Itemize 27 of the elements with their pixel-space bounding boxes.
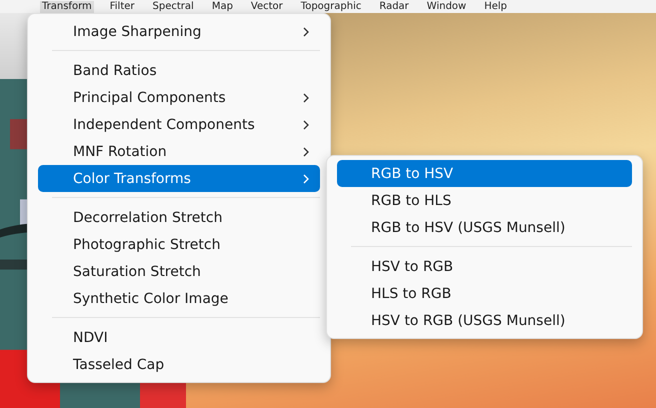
- menu-bar-item[interactable]: Window: [424, 0, 468, 12]
- menu-bar-item[interactable]: Transform: [40, 0, 94, 12]
- menu-item[interactable]: Independent Components: [38, 111, 320, 138]
- menu-bar-item[interactable]: Map: [210, 0, 235, 12]
- menu-item[interactable]: RGB to HLS: [337, 187, 632, 214]
- menu-bar-item[interactable]: Radar: [377, 0, 411, 12]
- menu-item[interactable]: Color Transforms: [38, 165, 320, 192]
- menu-item[interactable]: RGB to HSV: [337, 160, 632, 187]
- menu-item[interactable]: Tasseled Cap: [38, 351, 320, 378]
- menu-item[interactable]: RGB to HSV (USGS Munsell): [337, 214, 632, 241]
- menu-item[interactable]: Photographic Stretch: [38, 231, 320, 258]
- menu-bar-item[interactable]: Filter: [108, 0, 137, 12]
- menu-bar-item[interactable]: Spectral: [150, 0, 196, 12]
- menu-bar-item[interactable]: Topographic: [298, 0, 364, 12]
- menu-item[interactable]: Synthetic Color Image: [38, 285, 320, 312]
- menu-item[interactable]: HLS to RGB: [337, 280, 632, 307]
- menu-item[interactable]: NDVI: [38, 324, 320, 351]
- menu-item[interactable]: Band Ratios: [38, 57, 320, 84]
- menu-item[interactable]: HSV to RGB (USGS Munsell): [337, 307, 632, 334]
- menu-bar-item[interactable]: Help: [482, 0, 510, 12]
- menu-bar-item[interactable]: Vector: [248, 0, 285, 12]
- menu-item[interactable]: Principal Components: [38, 84, 320, 111]
- menu-item[interactable]: Image Sharpening: [38, 18, 320, 45]
- menu-item[interactable]: MNF Rotation: [38, 138, 320, 165]
- menu-item[interactable]: HSV to RGB: [337, 253, 632, 280]
- menu-item[interactable]: Decorrelation Stretch: [38, 204, 320, 231]
- menu-item[interactable]: Saturation Stretch: [38, 258, 320, 285]
